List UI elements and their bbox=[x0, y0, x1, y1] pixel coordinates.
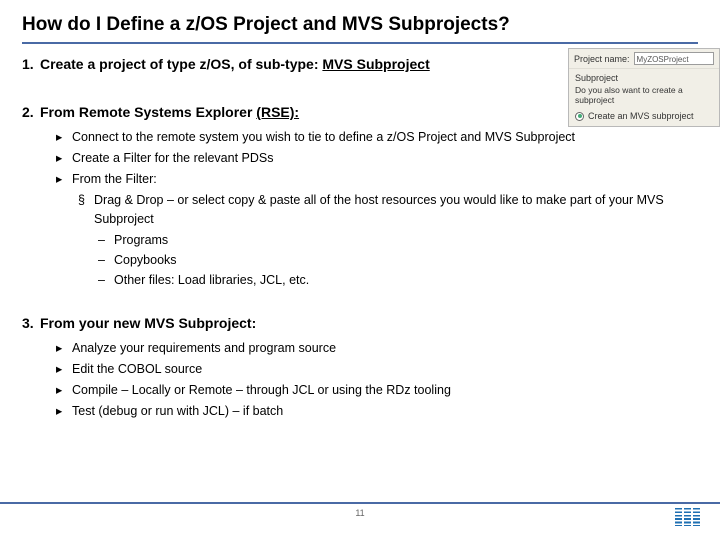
dash-icon: – bbox=[98, 231, 114, 249]
dash-icon: – bbox=[98, 271, 114, 289]
list-item: –Programs bbox=[98, 231, 698, 249]
subproject-prompt: Do you also want to create a subproject bbox=[569, 85, 719, 109]
triangle-icon: ▸ bbox=[56, 128, 72, 146]
list-item: ▸Edit the COBOL source bbox=[56, 360, 698, 378]
ibm-logo bbox=[675, 508, 700, 526]
dialog-preview: Project name: MyZOSProject Subproject Do… bbox=[568, 48, 720, 127]
step-2-number: 2. bbox=[22, 104, 40, 120]
create-mvs-radio-label: Create an MVS subproject bbox=[588, 111, 694, 121]
list-item: ▸Create a Filter for the relevant PDSs bbox=[56, 149, 698, 167]
triangle-icon: ▸ bbox=[56, 149, 72, 167]
list-item: ▸Compile – Locally or Remote – through J… bbox=[56, 381, 698, 399]
project-name-input[interactable]: MyZOSProject bbox=[634, 52, 714, 65]
list-item: ▸Analyze your requirements and program s… bbox=[56, 339, 698, 357]
step-2-bullets: ▸Connect to the remote system you wish t… bbox=[56, 128, 698, 188]
step-3-bullets: ▸Analyze your requirements and program s… bbox=[56, 339, 698, 421]
step-3: 3. From your new MVS Subproject: bbox=[22, 315, 698, 331]
step-2-underline: (RSE): bbox=[256, 104, 299, 120]
triangle-icon: ▸ bbox=[56, 381, 72, 399]
list-item: ▸Test (debug or run with JCL) – if batch bbox=[56, 402, 698, 420]
list-item: ▸From the Filter: bbox=[56, 170, 698, 188]
list-item: ▸Connect to the remote system you wish t… bbox=[56, 128, 698, 146]
footer-divider bbox=[0, 502, 720, 504]
triangle-icon: ▸ bbox=[56, 402, 72, 420]
slide-title: How do I Define a z/OS Project and MVS S… bbox=[22, 14, 698, 44]
section-icon: § bbox=[78, 191, 94, 227]
step-2-text: From Remote Systems Explorer bbox=[40, 104, 256, 120]
step-1-number: 1. bbox=[22, 56, 40, 72]
triangle-icon: ▸ bbox=[56, 339, 72, 357]
step-3-text: From your new MVS Subproject: bbox=[40, 315, 698, 331]
page-number: 11 bbox=[355, 508, 364, 518]
step-1-underline: MVS Subproject bbox=[322, 56, 429, 72]
list-item: §Drag & Drop – or select copy & paste al… bbox=[78, 191, 698, 227]
dash-icon: – bbox=[98, 251, 114, 269]
triangle-icon: ▸ bbox=[56, 170, 72, 188]
step-3-number: 3. bbox=[22, 315, 40, 331]
triangle-icon: ▸ bbox=[56, 360, 72, 378]
step-2-sub-bullets: §Drag & Drop – or select copy & paste al… bbox=[78, 191, 698, 227]
create-mvs-radio[interactable]: Create an MVS subproject bbox=[569, 109, 719, 126]
radio-dot-icon bbox=[575, 112, 584, 121]
list-item: –Other files: Load libraries, JCL, etc. bbox=[98, 271, 698, 289]
step-2-subsub-bullets: –Programs –Copybooks –Other files: Load … bbox=[98, 231, 698, 289]
step-1-text: Create a project of type z/OS, of sub-ty… bbox=[40, 56, 322, 72]
list-item: –Copybooks bbox=[98, 251, 698, 269]
project-name-label: Project name: bbox=[574, 54, 630, 64]
subproject-group-label: Subproject bbox=[569, 69, 719, 85]
